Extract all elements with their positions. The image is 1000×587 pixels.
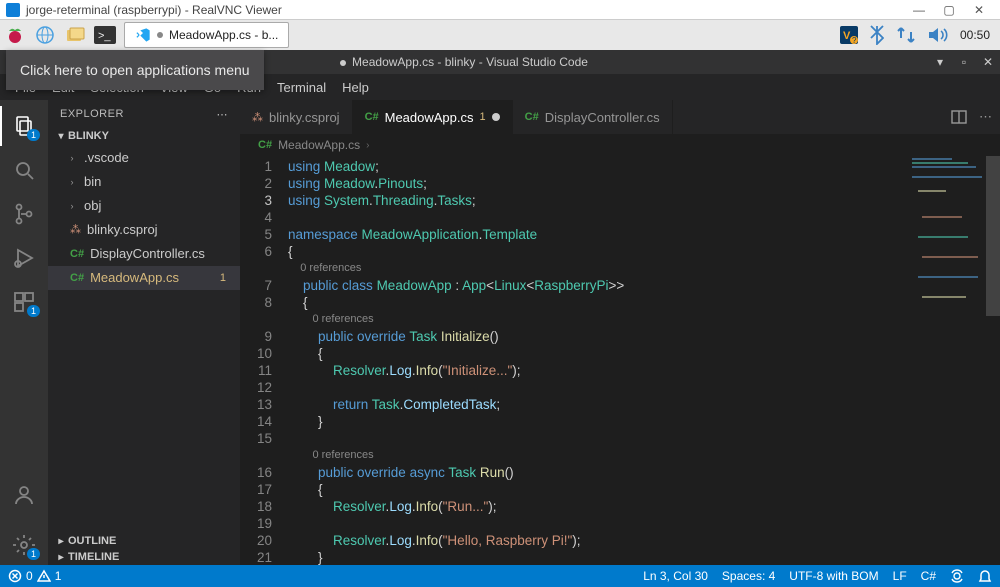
vscode-icon <box>135 27 151 43</box>
clock[interactable]: 00:50 <box>960 28 990 42</box>
modified-badge: 1 <box>220 267 234 289</box>
taskbar-window-label: MeadowApp.cs - b... <box>169 28 278 42</box>
file-manager-icon[interactable] <box>60 20 90 50</box>
source-control-icon[interactable] <box>0 194 48 234</box>
search-icon[interactable] <box>0 150 48 190</box>
window-minimize[interactable]: ▾ <box>928 55 952 69</box>
project-section[interactable]: ▾BLINKY <box>48 128 240 144</box>
file-name: bin <box>84 171 234 193</box>
file-meadowapp-cs[interactable]: C# MeadowApp.cs 1 <box>48 266 240 290</box>
applications-menu-button[interactable] <box>0 20 30 50</box>
file-name: DisplayController.cs <box>90 243 234 265</box>
desktop-taskbar: >_ MeadowApp.cs - b... V? 00:50 <box>0 20 1000 50</box>
settings-gear-icon[interactable]: 1 <box>0 525 48 565</box>
cs-file-icon: C# <box>70 267 84 289</box>
outline-section[interactable]: ▸OUTLINE <box>48 533 240 549</box>
modified-dot-icon <box>157 32 163 38</box>
run-debug-icon[interactable] <box>0 238 48 278</box>
timeline-section[interactable]: ▸TIMELINE <box>48 549 240 565</box>
window-close[interactable]: ✕ <box>976 55 1000 69</box>
vnc-icon <box>6 3 20 17</box>
sidebar-more-icon[interactable]: ⋯ <box>217 108 229 121</box>
svg-text:>_: >_ <box>98 30 111 42</box>
editor-more-icon[interactable]: ⋯ <box>979 109 992 125</box>
volume-icon[interactable] <box>928 27 948 43</box>
folder-bin[interactable]: ›bin <box>48 170 240 194</box>
split-editor-icon[interactable] <box>951 109 967 125</box>
error-count: 0 <box>26 569 33 583</box>
eol[interactable]: LF <box>893 569 907 583</box>
explorer-icon[interactable]: 1 <box>0 106 48 146</box>
editor-tabs: ⁂ blinky.csproj C# MeadowApp.cs 1 C# DisplayCo… <box>240 100 1000 134</box>
folder-obj[interactable]: ›obj <box>48 194 240 218</box>
vnc-title: jorge-reterminal (raspberrypi) - RealVNC… <box>26 3 282 17</box>
cs-file-icon: C# <box>258 139 272 151</box>
window-maximize[interactable]: ▫ <box>952 55 976 69</box>
tab-meadowapp-cs[interactable]: C# MeadowApp.cs 1 <box>353 100 513 134</box>
project-name: BLINKY <box>68 130 109 142</box>
taskbar-vscode-window[interactable]: MeadowApp.cs - b... <box>124 22 289 48</box>
language-mode[interactable]: C# <box>921 569 936 583</box>
svg-text:V: V <box>843 30 851 42</box>
file-blinky-csproj[interactable]: ⁂ blinky.csproj <box>48 218 240 242</box>
breadcrumb-file: MeadowApp.cs <box>278 138 360 152</box>
problems-indicator[interactable]: 0 1 <box>8 569 61 583</box>
cursor-position[interactable]: Ln 3, Col 30 <box>643 569 708 583</box>
menu-help[interactable]: Help <box>335 78 376 97</box>
applications-menu-tooltip: Click here to open applications menu <box>6 50 264 90</box>
sidebar: EXPLORER ⋯ ▾BLINKY ›.vscode›bin›obj⁂ blin… <box>48 100 240 565</box>
feedback-icon[interactable] <box>950 569 964 583</box>
tab-blinky-csproj[interactable]: ⁂ blinky.csproj <box>240 100 353 134</box>
encoding[interactable]: UTF-8 with BOM <box>789 569 878 583</box>
settings-badge: 1 <box>27 548 40 560</box>
timeline-label: TIMELINE <box>68 551 119 563</box>
svg-text:?: ? <box>852 36 857 44</box>
bluetooth-icon[interactable] <box>870 25 884 45</box>
network-icon[interactable] <box>896 26 916 44</box>
editor: ⁂ blinky.csproj C# MeadowApp.cs 1 C# DisplayCo… <box>240 100 1000 565</box>
cs-file-icon: C# <box>365 111 379 123</box>
tab-displaycontroller-cs[interactable]: C# DisplayController.cs <box>513 100 673 134</box>
indentation[interactable]: Spaces: 4 <box>722 569 775 583</box>
folder--vscode[interactable]: ›.vscode <box>48 146 240 170</box>
close-button[interactable]: ✕ <box>964 3 994 17</box>
cs-file-icon: C# <box>70 243 84 265</box>
modified-badge: 1 <box>480 111 486 123</box>
explorer-badge: 1 <box>27 129 40 141</box>
vscode-title: MeadowApp.cs - blinky - Visual Studio Co… <box>352 55 588 69</box>
outline-label: OUTLINE <box>68 535 116 547</box>
file-name: obj <box>84 195 234 217</box>
file-name: MeadowApp.cs <box>90 267 214 289</box>
vertical-scrollbar[interactable] <box>986 156 1000 565</box>
tab-label: MeadowApp.cs <box>385 110 474 125</box>
statusbar: 0 1 Ln 3, Col 30 Spaces: 4 UTF-8 with BO… <box>0 565 1000 587</box>
tab-label: blinky.csproj <box>269 110 340 125</box>
file-name: blinky.csproj <box>87 219 234 241</box>
web-browser-icon[interactable] <box>30 20 60 50</box>
terminal-icon[interactable]: >_ <box>90 20 120 50</box>
csproj-file-icon: ⁂ <box>252 111 263 124</box>
menu-terminal[interactable]: Terminal <box>270 78 333 97</box>
csproj-file-icon: ⁂ <box>70 219 81 241</box>
cs-file-icon: C# <box>525 111 539 123</box>
vnc-titlebar: jorge-reterminal (raspberrypi) - RealVNC… <box>0 0 1000 20</box>
tab-label: DisplayController.cs <box>545 110 660 125</box>
dirty-dot-icon <box>340 60 346 66</box>
extensions-badge: 1 <box>27 305 40 317</box>
chevron-right-icon: › <box>366 140 369 151</box>
maximize-button[interactable]: ▢ <box>934 3 964 17</box>
activity-bar: 1 1 1 <box>0 100 48 565</box>
sidebar-header: EXPLORER <box>60 108 124 120</box>
warning-count: 1 <box>55 569 62 583</box>
minimize-button[interactable]: — <box>904 3 934 17</box>
code-editor[interactable]: 1234567891011121314151617181920212223242… <box>240 156 1000 565</box>
notifications-icon[interactable] <box>978 569 992 583</box>
file-displaycontroller-cs[interactable]: C# DisplayController.cs <box>48 242 240 266</box>
extensions-icon[interactable]: 1 <box>0 282 48 322</box>
accounts-icon[interactable] <box>0 475 48 515</box>
dirty-dot-icon <box>492 113 500 121</box>
breadcrumb[interactable]: C# MeadowApp.cs › <box>240 134 1000 156</box>
vnc-tray-icon[interactable]: V? <box>840 26 858 44</box>
file-name: .vscode <box>84 147 234 169</box>
